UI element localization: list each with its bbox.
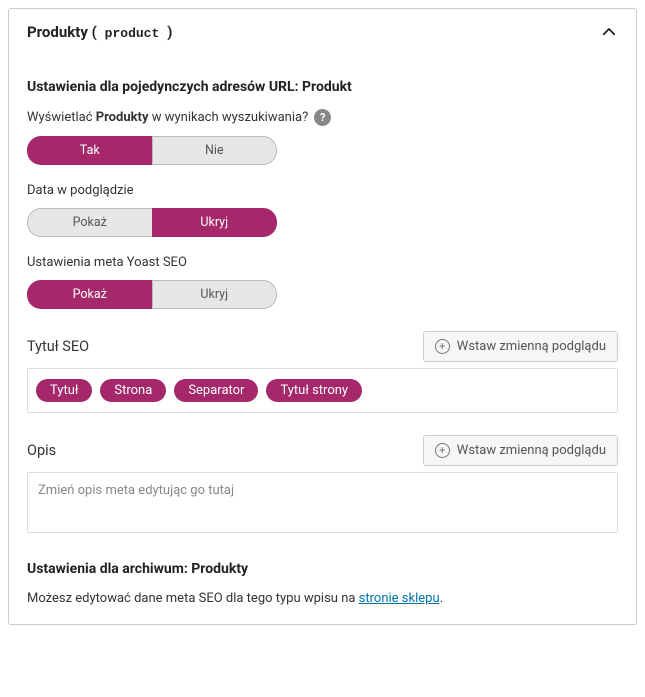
single-url-heading: Ustawienia dla pojedynczych adresów URL:…	[27, 79, 618, 95]
seo-title-tag[interactable]: Separator	[174, 379, 258, 402]
yoast-meta-show[interactable]: Pokaż	[27, 280, 152, 309]
show-in-search-label: Wyświetlać Produkty w wynikach wyszukiwa…	[27, 109, 618, 126]
show-in-search-field: Wyświetlać Produkty w wynikach wyszukiwa…	[27, 109, 618, 165]
title-suffix: )	[167, 23, 172, 41]
insert-variable-button-desc[interactable]: + Wstaw zmienną podglądu	[423, 435, 618, 466]
date-preview-label: Data w podglądzie	[27, 183, 618, 198]
panel-title: Produkty ( product )	[27, 23, 172, 41]
title-prefix: Produkty (	[27, 23, 97, 41]
plus-circle-icon: +	[435, 443, 450, 458]
insert-variable-button-title[interactable]: + Wstaw zmienną podglądu	[423, 331, 618, 362]
description-label: Opis	[27, 442, 56, 459]
yoast-meta-label: Ustawienia meta Yoast SEO	[27, 255, 618, 270]
seo-title-label: Tytuł SEO	[27, 338, 89, 355]
show-in-search-no[interactable]: Nie	[152, 136, 278, 165]
date-preview-show[interactable]: Pokaż	[27, 208, 152, 237]
description-row: Opis + Wstaw zmienną podglądu	[27, 435, 618, 466]
archive-text: Możesz edytować dane meta SEO dla tego t…	[27, 591, 618, 606]
date-preview-hide[interactable]: Ukryj	[152, 208, 278, 237]
seo-title-row: Tytuł SEO + Wstaw zmienną podglądu	[27, 331, 618, 362]
show-in-search-toggle: Tak Nie	[27, 136, 277, 165]
description-input[interactable]: Zmień opis meta edytując go tutaj	[27, 472, 618, 533]
help-icon[interactable]: ?	[314, 109, 331, 126]
description-placeholder: Zmień opis meta edytując go tutaj	[38, 483, 234, 498]
date-preview-field: Data w podglądzie Pokaż Ukryj	[27, 183, 618, 237]
yoast-meta-toggle: Pokaż Ukryj	[27, 280, 277, 309]
seo-title-input[interactable]: Tytuł Strona Separator Tytuł strony	[27, 368, 618, 413]
date-preview-toggle: Pokaż Ukryj	[27, 208, 277, 237]
post-type-slug: product	[97, 26, 167, 41]
product-settings-panel: Produkty ( product ) Ustawienia dla poje…	[8, 8, 637, 625]
yoast-meta-hide[interactable]: Ukryj	[152, 280, 278, 309]
yoast-meta-field: Ustawienia meta Yoast SEO Pokaż Ukryj	[27, 255, 618, 309]
chevron-up-icon[interactable]	[600, 23, 618, 41]
panel-header[interactable]: Produkty ( product )	[9, 9, 636, 55]
seo-title-tag[interactable]: Tytuł strony	[266, 379, 362, 402]
seo-title-tag[interactable]: Strona	[100, 379, 166, 402]
show-in-search-yes[interactable]: Tak	[27, 136, 152, 165]
shop-page-link[interactable]: stronie sklepu	[359, 591, 440, 606]
seo-title-tag[interactable]: Tytuł	[36, 379, 92, 402]
archive-heading: Ustawienia dla archiwum: Produkty	[27, 561, 618, 577]
plus-circle-icon: +	[435, 339, 450, 354]
panel-body: Ustawienia dla pojedynczych adresów URL:…	[9, 55, 636, 624]
